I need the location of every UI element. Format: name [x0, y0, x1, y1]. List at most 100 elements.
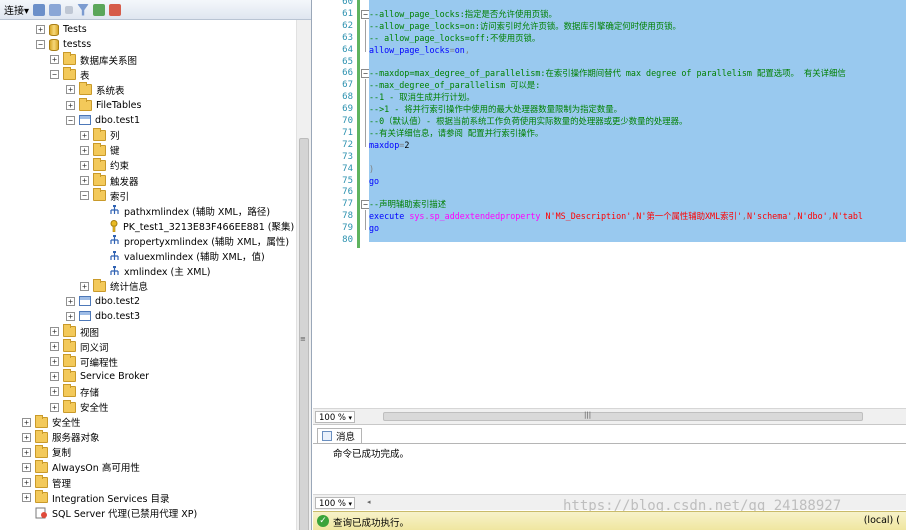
tree-node[interactable]: + AlwaysOn 高可用性: [22, 459, 140, 475]
tree-node[interactable]: propertyxmlindex (辅助 XML，属性): [109, 233, 289, 248]
expand-icon[interactable]: +: [66, 296, 75, 306]
stop-icon[interactable]: [65, 5, 74, 14]
success-check-icon: ✓: [317, 515, 329, 527]
expand-icon[interactable]: +: [22, 447, 31, 457]
scrollbar-thumb[interactable]: [299, 138, 309, 530]
editor-zoom-value: 100 %: [319, 413, 347, 423]
expand-icon[interactable]: +: [80, 160, 89, 170]
tree-node[interactable]: + 统计信息: [80, 278, 148, 294]
tree-node[interactable]: + Service Broker: [50, 369, 149, 384]
editor-zoom-dropdown[interactable]: 100 % ▾: [315, 411, 355, 423]
tree-node-label: 视图: [80, 327, 100, 339]
line-number: 76: [342, 187, 353, 198]
code-token: N'第一个属性辅助XML索引': [636, 211, 742, 222]
tree-node-label: pathxmlindex (辅助 XML，路径): [124, 206, 271, 218]
tree-node[interactable]: + 可编程性: [50, 354, 118, 369]
tree-node[interactable]: + 数据库关系图: [50, 52, 137, 67]
expand-icon[interactable]: +: [80, 130, 89, 140]
tree-node[interactable]: + 服务器对象: [22, 429, 100, 445]
results-zoom-dropdown[interactable]: 100 % ▾: [315, 497, 355, 509]
expand-icon[interactable]: +: [66, 100, 75, 110]
line-number: 60: [342, 0, 353, 7]
expand-icon[interactable]: +: [50, 387, 59, 397]
disconnect-icon[interactable]: [49, 3, 62, 16]
collapse-icon[interactable]: −: [50, 70, 59, 80]
tree-node[interactable]: + 键: [80, 142, 120, 158]
editor-horizontal-scrollbar[interactable]: 100 % ▾ |||: [313, 408, 906, 424]
tree-node[interactable]: − testss: [36, 37, 91, 52]
expand-icon[interactable]: +: [22, 462, 31, 472]
code-area[interactable]: --allow_page_locks:指定是否允许使用页锁。 --allow_pa…: [369, 0, 906, 408]
scroll-left-icon[interactable]: ◂: [367, 498, 371, 506]
folder-icon: [63, 324, 76, 337]
expand-icon[interactable]: +: [50, 357, 59, 367]
expand-icon[interactable]: +: [50, 402, 59, 412]
connect-icon[interactable]: [33, 3, 46, 16]
code-token: execute: [369, 211, 410, 222]
tab-messages[interactable]: 消息: [317, 428, 363, 443]
filter-icon[interactable]: [77, 3, 90, 16]
object-explorer-scrollbar[interactable]: ≡: [296, 20, 311, 530]
tree-node[interactable]: + 触发器: [80, 173, 139, 188]
tree-node[interactable]: + 存储: [50, 384, 99, 399]
tree-node[interactable]: − dbo.test1: [66, 113, 140, 128]
collapse-icon[interactable]: −: [36, 40, 45, 50]
query-editor[interactable]: 60 61 62 63 64 65 66 67 68 69 70 71 72 73 74 75 76 77 78 79…: [313, 0, 906, 408]
tree-node[interactable]: + 列: [80, 127, 120, 143]
tree-node[interactable]: + Tests: [36, 22, 87, 37]
connect-dropdown[interactable]: 连接▾: [4, 2, 29, 17]
folder-icon: [63, 354, 76, 368]
tree-node[interactable]: + FileTables: [66, 97, 141, 113]
scrollbar-thumb[interactable]: |||: [383, 411, 863, 421]
tree-node-label: propertyxmlindex (辅助 XML，属性): [124, 236, 290, 248]
collapse-icon[interactable]: −: [66, 115, 75, 125]
activity-monitor-icon[interactable]: [109, 3, 122, 16]
tree-node[interactable]: + Integration Services 目录: [22, 490, 169, 505]
folder-icon: [63, 399, 76, 413]
tree-node[interactable]: pathxmlindex (辅助 XML，路径): [109, 203, 270, 218]
tree-node-label: 管理: [52, 478, 72, 490]
xml-index-icon: [109, 235, 120, 246]
code-token: --有关详细信息，请参阅 配置并行索引操作。: [369, 127, 544, 138]
tree-node[interactable]: + 安全性: [50, 399, 109, 415]
expand-icon[interactable]: +: [66, 85, 75, 95]
expand-icon[interactable]: +: [22, 493, 31, 503]
tree-node[interactable]: + 系统表: [66, 82, 125, 97]
tree-node-label: Integration Services 目录: [52, 493, 170, 505]
expand-icon[interactable]: +: [50, 55, 59, 65]
expand-icon[interactable]: +: [36, 25, 45, 34]
code-token: ,: [464, 44, 470, 55]
tree-node[interactable]: − 索引: [80, 188, 129, 203]
tree-node[interactable]: + 管理: [22, 475, 71, 490]
expand-icon[interactable]: +: [50, 342, 59, 352]
tree-node[interactable]: + 同义词: [50, 339, 109, 354]
expand-icon[interactable]: +: [50, 327, 59, 336]
expand-icon[interactable]: +: [80, 176, 89, 185]
folder-icon: [35, 475, 48, 488]
chevron-down-icon: ▾: [348, 414, 352, 422]
expand-icon[interactable]: +: [22, 432, 31, 442]
expand-icon[interactable]: +: [80, 145, 89, 155]
tree-node[interactable]: − 表: [50, 67, 90, 82]
tree-node-label: valuexmlindex (辅助 XML，值): [124, 252, 265, 263]
tree-node[interactable]: + 复制: [22, 444, 71, 460]
tree-node[interactable]: + dbo.test3: [66, 309, 140, 324]
expand-icon[interactable]: +: [80, 281, 89, 291]
tree-node[interactable]: xmlindex (主 XML): [109, 264, 210, 279]
folder-icon: [35, 429, 48, 443]
line-number: 66: [342, 68, 353, 79]
collapse-icon[interactable]: −: [80, 191, 89, 201]
expand-icon[interactable]: +: [50, 372, 59, 382]
tree-node[interactable]: valuexmlindex (辅助 XML，值): [109, 249, 265, 264]
result-message: 命令已成功完成。: [333, 449, 410, 460]
tree-node[interactable]: SQL Server 代理(已禁用代理 XP): [35, 505, 197, 520]
tree-node[interactable]: + 安全性: [22, 414, 81, 430]
expand-icon[interactable]: +: [22, 478, 31, 487]
refresh-icon[interactable]: [93, 3, 106, 16]
expand-icon[interactable]: +: [66, 311, 75, 321]
tree-node[interactable]: PK_test1_3213E83F466EE881 (聚集): [109, 218, 294, 233]
tree-node[interactable]: + 视图: [50, 324, 99, 339]
tree-node[interactable]: + dbo.test2: [66, 294, 140, 309]
tree-node[interactable]: + 约束: [80, 157, 129, 173]
expand-icon[interactable]: +: [22, 417, 31, 427]
